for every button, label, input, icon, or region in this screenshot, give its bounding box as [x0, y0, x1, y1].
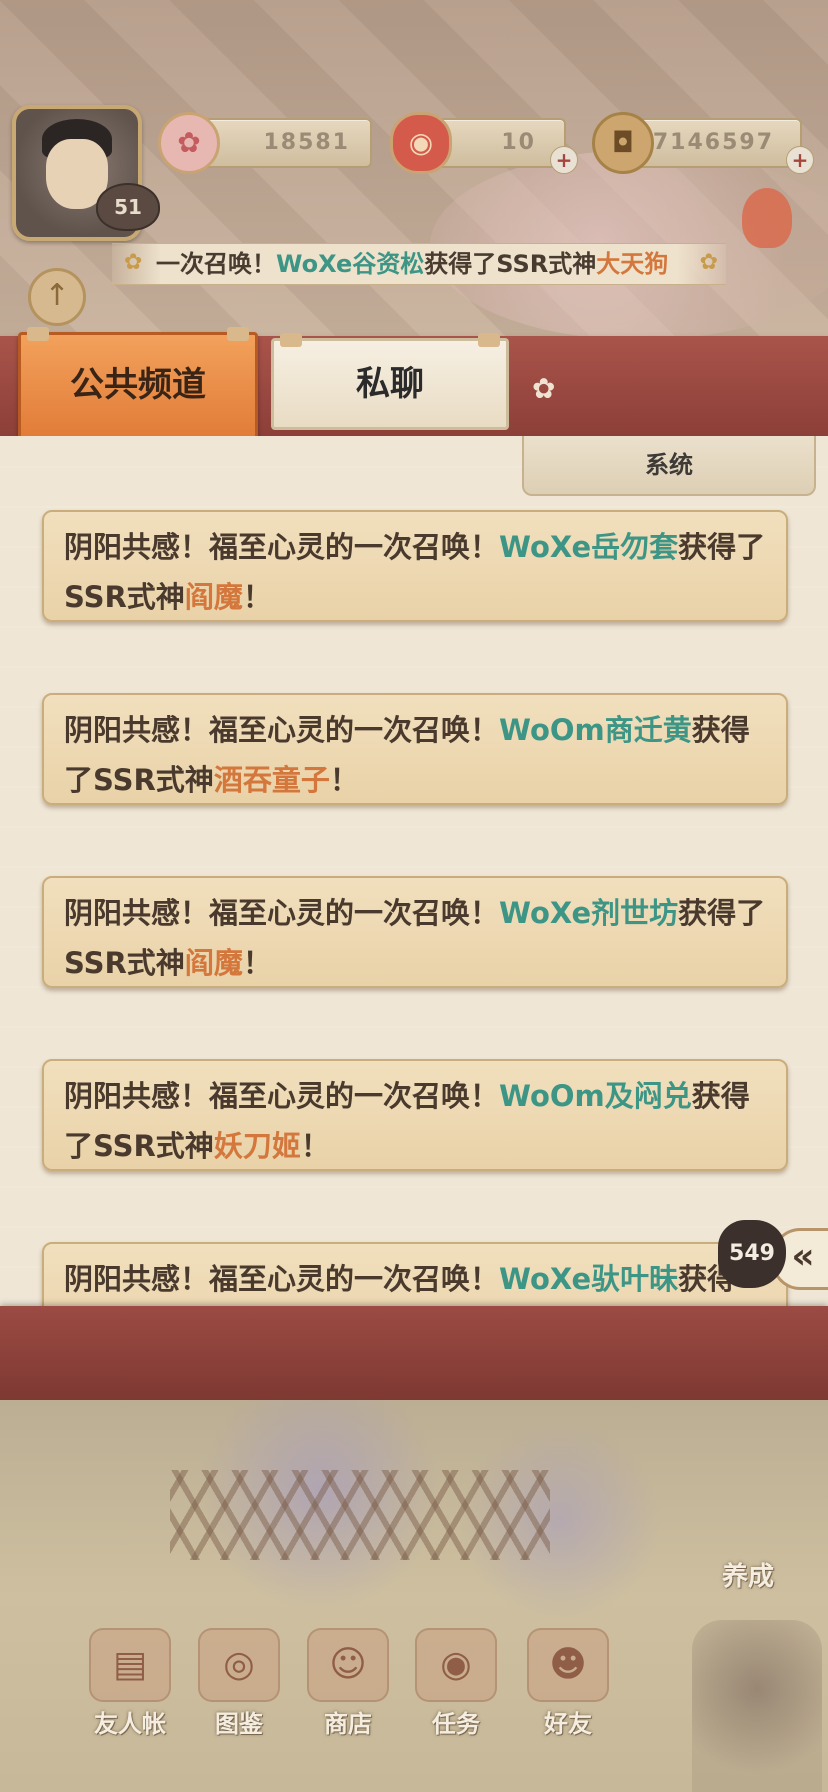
chat-message: 阴阳共感！福至心灵的一次召唤！WoXe岳勿套获得了SSR式神阎魔！ [42, 510, 788, 622]
message-player-name[interactable]: WoXe剂世坊 [499, 896, 678, 930]
book-icon: ▤ [89, 1628, 171, 1702]
nav-label: 任务 [432, 1710, 480, 1738]
chat-message: 阴阳共感！福至心灵的一次召唤！WoXe剂世坊获得了SSR式神阎魔！ [42, 876, 788, 988]
target-icon: ◉ [415, 1628, 497, 1702]
marquee-player-name: WoXe谷资松 [276, 250, 425, 278]
nav-label: 友人帐 [94, 1710, 166, 1738]
message-player-name[interactable]: WoOm及闷兑 [499, 1079, 692, 1113]
message-suffix: ！ [300, 1129, 330, 1163]
sakura-currency-bar[interactable]: ✿ 18581 [158, 112, 372, 174]
nav-friends[interactable]: ☻ 好友 [520, 1628, 616, 1738]
message-shikigami-name: 阎魔 [184, 946, 243, 980]
message-shikigami-name: 酒吞童子 [213, 763, 330, 797]
sakura-icon: ✿ [158, 112, 220, 174]
message-prefix: 阴阳共感！福至心灵的一次召唤！ [64, 896, 500, 930]
coin-icon: ◘ [592, 112, 654, 174]
player-level-badge: 51 [96, 183, 160, 231]
marquee-text: 一次召唤！WoXe谷资松获得了SSR式神大天狗 [156, 244, 668, 284]
arrow-up-icon[interactable]: ↑ [28, 268, 86, 326]
nav-label: 商店 [324, 1710, 372, 1738]
coin-currency-bar[interactable]: ◘ 7146597 + [592, 112, 814, 174]
nav-friend-book[interactable]: ▤ 友人帐 [82, 1628, 178, 1738]
message-prefix: 阴阳共感！福至心灵的一次召唤！ [64, 713, 500, 747]
cultivate-label[interactable]: 养成 [722, 1556, 774, 1593]
marquee-shikigami-name: 大天狗 [596, 250, 669, 278]
message-prefix: 阴阳共感！福至心灵的一次召唤！ [64, 1262, 500, 1296]
message-prefix: 阴阳共感！福至心灵的一次召唤！ [64, 1079, 500, 1113]
tab-system[interactable]: 系统 [522, 436, 816, 496]
chat-message: 阴阳共感！福至心灵的一次召唤！WoOm及闷兑获得了SSR式神妖刀姬！ [42, 1059, 788, 1171]
add-coin-button[interactable]: + [786, 146, 814, 174]
add-ticket-button[interactable]: + [550, 146, 578, 174]
message-player-name[interactable]: WoOm商迁黄 [499, 713, 692, 747]
message-suffix: ！ [242, 946, 272, 980]
message-player-name[interactable]: WoXe驮叶昧 [499, 1262, 678, 1296]
message-prefix: 阴阳共感！福至心灵的一次召唤！ [64, 530, 500, 564]
message-shikigami-name: 阎魔 [184, 580, 243, 614]
marquee-prefix: 一次召唤！ [156, 250, 276, 278]
nav-shop[interactable]: ☺ 商店 [300, 1628, 396, 1738]
character-portrait[interactable] [692, 1620, 822, 1792]
coin-amount: 7146597 [652, 130, 774, 155]
lucky-cat-icon: ☺ [307, 1628, 389, 1702]
flower-icon: ✿ [124, 250, 143, 275]
message-suffix: ！ [242, 580, 272, 614]
chat-message-list[interactable]: 系统 阴阳共感！福至心灵的一次召唤！WoXe岳勿套获得了SSR式神阎魔！ 阴阳共… [0, 436, 828, 1308]
message-shikigami-name: 妖刀姬 [213, 1129, 301, 1163]
message-player-name[interactable]: WoXe岳勿套 [499, 530, 678, 564]
ticket-currency-bar[interactable]: ◉ 10 + [390, 112, 578, 174]
chat-message: 阴阳共感！福至心灵的一次召唤！WoXe驮叶昧获得 [42, 1242, 788, 1308]
nav-label: 好友 [544, 1710, 592, 1738]
ticket-amount: 10 [501, 130, 536, 155]
friends-icon: ☻ [527, 1628, 609, 1702]
tab-public-channel[interactable]: 公共频道 [18, 327, 258, 446]
announcement-marquee: ✿ 一次召唤！WoXe谷资松获得了SSR式神大天狗 ✿ [112, 243, 726, 285]
tab-private-chat[interactable]: 私聊 [271, 333, 509, 430]
chat-panel-bottom-frame [0, 1306, 828, 1400]
chat-message: 阴阳共感！福至心灵的一次召唤！WoOm商迁黄获得了SSR式神酒吞童子！ [42, 693, 788, 805]
unread-count-badge[interactable]: 549 [718, 1220, 786, 1288]
nav-label: 图鉴 [215, 1710, 263, 1738]
nav-encyclopedia[interactable]: ◎ 图鉴 [191, 1628, 287, 1738]
message-suffix: ！ [329, 763, 359, 797]
sakura-amount: 18581 [263, 130, 350, 155]
star-flower-icon: ✿ [532, 372, 556, 405]
fence-decoration [170, 1470, 550, 1560]
marquee-middle: 获得了SSR式神 [424, 250, 597, 278]
nav-tasks[interactable]: ◉ 任务 [408, 1628, 504, 1738]
eye-scroll-icon: ◎ [198, 1628, 280, 1702]
flower-icon: ✿ [699, 250, 718, 275]
koinobori-fish-icon [742, 188, 792, 248]
summon-ticket-icon: ◉ [390, 112, 452, 174]
